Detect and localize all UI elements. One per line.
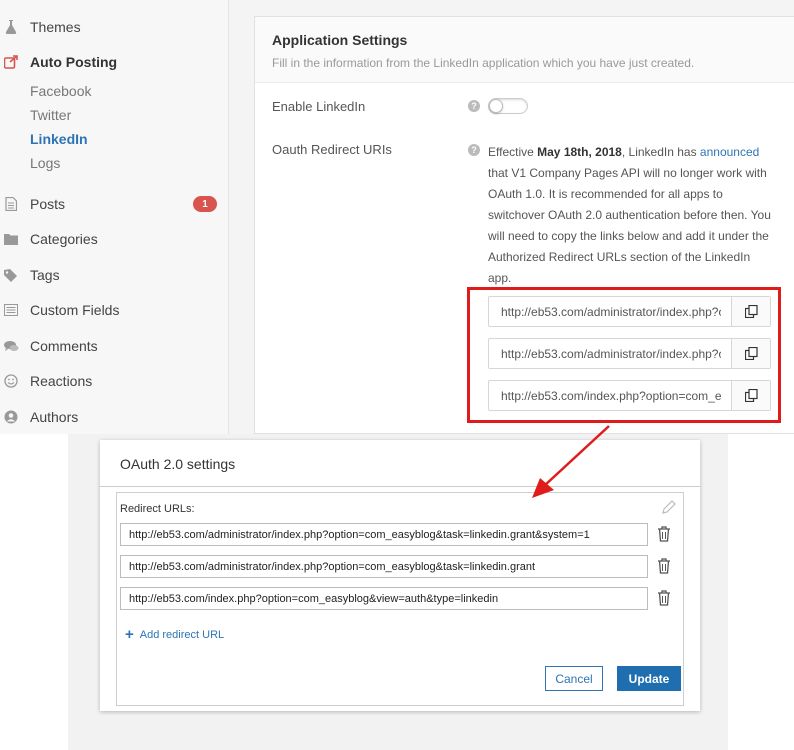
sidebar-subitem-facebook[interactable]: Facebook bbox=[30, 83, 91, 99]
add-redirect-url-link[interactable]: + Add redirect URL bbox=[125, 626, 224, 643]
oauth-redirect-label: Oauth Redirect URIs bbox=[272, 142, 392, 157]
sidebar-item-categories[interactable]: Categories bbox=[0, 227, 98, 251]
sidebar: Themes Auto Posting Facebook Twitter Lin… bbox=[0, 0, 229, 434]
arrow-annotation bbox=[532, 425, 610, 498]
oauth-notice-text: Effective May 18th, 2018, LinkedIn has a… bbox=[488, 142, 773, 289]
redirect-url-input[interactable]: http://eb53.com/administrator/index.php?… bbox=[120, 523, 648, 546]
sidebar-item-label: Authors bbox=[30, 409, 79, 425]
posts-count-badge: 1 bbox=[193, 196, 217, 212]
panel-title: Application Settings bbox=[272, 32, 408, 48]
redirect-url-input[interactable]: http://eb53.com/index.php?option=com_eas… bbox=[120, 587, 648, 610]
sidebar-item-label: Tags bbox=[30, 267, 60, 283]
sidebar-subitem-logs[interactable]: Logs bbox=[30, 155, 60, 171]
sidebar-subitem-linkedin[interactable]: LinkedIn bbox=[30, 131, 88, 147]
sidebar-item-label: Reactions bbox=[30, 373, 93, 389]
share-icon bbox=[3, 54, 19, 70]
sidebar-subitem-twitter[interactable]: Twitter bbox=[30, 107, 71, 123]
help-icon[interactable]: ? bbox=[468, 100, 480, 112]
document-icon bbox=[3, 196, 19, 212]
redirect-url-input[interactable]: http://eb53.com/administrator/index.php?… bbox=[120, 555, 648, 578]
plus-icon: + bbox=[125, 626, 134, 643]
folder-icon bbox=[3, 231, 19, 247]
tag-icon bbox=[3, 267, 19, 283]
flask-icon bbox=[3, 19, 19, 35]
trash-icon[interactable] bbox=[656, 589, 672, 607]
sidebar-item-authors[interactable]: Authors bbox=[0, 405, 78, 429]
trash-icon[interactable] bbox=[656, 525, 672, 543]
sidebar-item-themes[interactable]: Themes bbox=[0, 15, 81, 39]
sidebar-item-custom-fields[interactable]: Custom Fields bbox=[0, 298, 119, 322]
oauth-notice-part: that V1 Company Pages API will no longer… bbox=[488, 166, 771, 285]
panel-description: Fill in the information from the LinkedI… bbox=[272, 56, 695, 70]
highlight-box bbox=[467, 287, 781, 423]
user-icon bbox=[3, 409, 19, 425]
oauth-notice-date: May 18th, 2018 bbox=[537, 145, 622, 159]
smile-icon bbox=[3, 373, 19, 389]
redirect-urls-label: Redirect URLs: bbox=[120, 503, 195, 515]
announced-link[interactable]: announced bbox=[700, 145, 759, 159]
enable-linkedin-label: Enable LinkedIn bbox=[272, 99, 366, 114]
pencil-icon[interactable] bbox=[661, 499, 677, 515]
sidebar-item-label: Themes bbox=[30, 19, 81, 35]
sidebar-item-comments[interactable]: Comments bbox=[0, 334, 98, 358]
oauth-notice-part: Effective bbox=[488, 145, 538, 159]
oauth-notice-part: , LinkedIn has bbox=[621, 145, 700, 159]
sidebar-item-label: Categories bbox=[30, 231, 98, 247]
sidebar-item-label: Comments bbox=[30, 338, 98, 354]
update-button[interactable]: Update bbox=[617, 666, 681, 691]
sidebar-item-reactions[interactable]: Reactions bbox=[0, 369, 92, 393]
sidebar-item-label: Custom Fields bbox=[30, 302, 120, 318]
redirect-url-value: http://eb53.com/administrator/index.php?… bbox=[129, 561, 536, 573]
enable-linkedin-toggle[interactable] bbox=[488, 98, 528, 114]
add-redirect-url-label: Add redirect URL bbox=[139, 628, 225, 641]
panel-header: Application Settings Fill in the informa… bbox=[255, 17, 794, 83]
redirect-url-value: http://eb53.com/index.php?option=com_eas… bbox=[129, 593, 499, 605]
sidebar-item-posts[interactable]: Posts bbox=[0, 192, 65, 216]
sidebar-item-auto-posting[interactable]: Auto Posting bbox=[0, 50, 117, 74]
sidebar-item-label: Posts bbox=[30, 196, 66, 212]
sidebar-item-label: Auto Posting bbox=[30, 54, 118, 70]
toggle-knob bbox=[489, 99, 503, 113]
comments-icon bbox=[3, 338, 19, 354]
cancel-button[interactable]: Cancel bbox=[545, 666, 603, 691]
list-icon bbox=[3, 302, 19, 318]
help-icon[interactable]: ? bbox=[468, 144, 480, 156]
dialog-title: OAuth 2.0 settings bbox=[120, 456, 236, 472]
trash-icon[interactable] bbox=[656, 557, 672, 575]
redirect-url-value: http://eb53.com/administrator/index.php?… bbox=[129, 529, 590, 541]
sidebar-item-tags[interactable]: Tags bbox=[0, 263, 60, 287]
